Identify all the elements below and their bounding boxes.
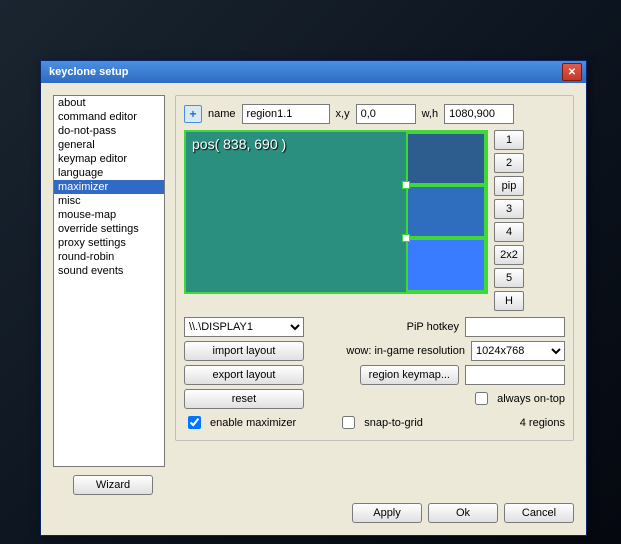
- region-keymap-input[interactable]: [465, 365, 565, 385]
- region-keymap-button[interactable]: region keymap...: [360, 365, 459, 385]
- resolution-label: wow: in-game resolution: [314, 345, 465, 357]
- enable-maximizer-checkbox[interactable]: [188, 416, 201, 429]
- add-region-button[interactable]: +: [184, 105, 202, 123]
- sidebar-item-maximizer[interactable]: maximizer: [54, 180, 164, 194]
- sidebar-item-language[interactable]: language: [54, 166, 164, 180]
- position-readout: pos( 838, 690 ): [192, 136, 286, 152]
- cancel-button[interactable]: Cancel: [504, 503, 574, 523]
- import-layout-button[interactable]: import layout: [184, 341, 304, 361]
- sidebar-item-sound-events[interactable]: sound events: [54, 264, 164, 278]
- maximizer-panel: + name x,y w,h pos( 838, 690 ): [175, 95, 574, 441]
- display-select[interactable]: \\.\DISPLAY1: [184, 317, 304, 337]
- preset-button-pip[interactable]: pip: [494, 176, 524, 196]
- preset-button-2[interactable]: 2: [494, 153, 524, 173]
- wh-input[interactable]: [444, 104, 514, 124]
- preset-button-1[interactable]: 1: [494, 130, 524, 150]
- layout-canvas[interactable]: pos( 838, 690 ): [184, 130, 488, 294]
- sidebar-item-round-robin[interactable]: round-robin: [54, 250, 164, 264]
- region-slot[interactable]: [406, 132, 486, 185]
- preset-button-2x2[interactable]: 2x2: [494, 245, 524, 265]
- resolution-select[interactable]: 1024x768: [471, 341, 565, 361]
- always-on-top-checkbox[interactable]: [475, 392, 488, 405]
- sidebar-item-keymap-editor[interactable]: keymap editor: [54, 152, 164, 166]
- xy-label: x,y: [336, 108, 350, 120]
- apply-button[interactable]: Apply: [352, 503, 422, 523]
- snap-to-grid-checkbox[interactable]: [342, 416, 355, 429]
- enable-maximizer-label: enable maximizer: [210, 417, 296, 429]
- reset-button[interactable]: reset: [184, 389, 304, 409]
- category-sidebar[interactable]: aboutcommand editordo-not-passgeneralkey…: [53, 95, 165, 467]
- xy-input[interactable]: [356, 104, 416, 124]
- wizard-button[interactable]: Wizard: [73, 475, 153, 495]
- pip-hotkey-label: PiP hotkey: [314, 321, 459, 333]
- snap-to-grid-label: snap-to-grid: [364, 417, 423, 429]
- sidebar-item-proxy-settings[interactable]: proxy settings: [54, 236, 164, 250]
- wh-label: w,h: [422, 108, 439, 120]
- titlebar[interactable]: keyclone setup ✕: [41, 61, 586, 83]
- pip-hotkey-input[interactable]: [465, 317, 565, 337]
- layout-preset-buttons: 1 2 pip 3 4 2x2 5 H: [494, 130, 524, 311]
- plus-icon: +: [189, 107, 196, 121]
- regions-count: 4 regions: [520, 417, 565, 429]
- preset-button-3[interactable]: 3: [494, 199, 524, 219]
- always-on-top-label: always on-top: [497, 393, 565, 405]
- preset-button-4[interactable]: 4: [494, 222, 524, 242]
- preset-button-5[interactable]: 5: [494, 268, 524, 288]
- sidebar-item-misc[interactable]: misc: [54, 194, 164, 208]
- sidebar-item-mouse-map[interactable]: mouse-map: [54, 208, 164, 222]
- close-icon: ✕: [568, 67, 576, 78]
- sidebar-item-general[interactable]: general: [54, 138, 164, 152]
- close-button[interactable]: ✕: [562, 63, 582, 81]
- region-name-input[interactable]: [242, 104, 330, 124]
- export-layout-button[interactable]: export layout: [184, 365, 304, 385]
- resize-handle[interactable]: [402, 181, 410, 189]
- window-title: keyclone setup: [45, 66, 562, 78]
- dialog-footer: Apply Ok Cancel: [41, 495, 586, 535]
- setup-window: keyclone setup ✕ aboutcommand editordo-n…: [40, 60, 587, 536]
- sidebar-item-about[interactable]: about: [54, 96, 164, 110]
- sidebar-item-command-editor[interactable]: command editor: [54, 110, 164, 124]
- ok-button[interactable]: Ok: [428, 503, 498, 523]
- resize-handle[interactable]: [402, 234, 410, 242]
- region-slot[interactable]: [406, 238, 486, 292]
- region-slot[interactable]: [406, 185, 486, 238]
- sidebar-item-override-settings[interactable]: override settings: [54, 222, 164, 236]
- sidebar-item-do-not-pass[interactable]: do-not-pass: [54, 124, 164, 138]
- name-label: name: [208, 108, 236, 120]
- preset-button-H[interactable]: H: [494, 291, 524, 311]
